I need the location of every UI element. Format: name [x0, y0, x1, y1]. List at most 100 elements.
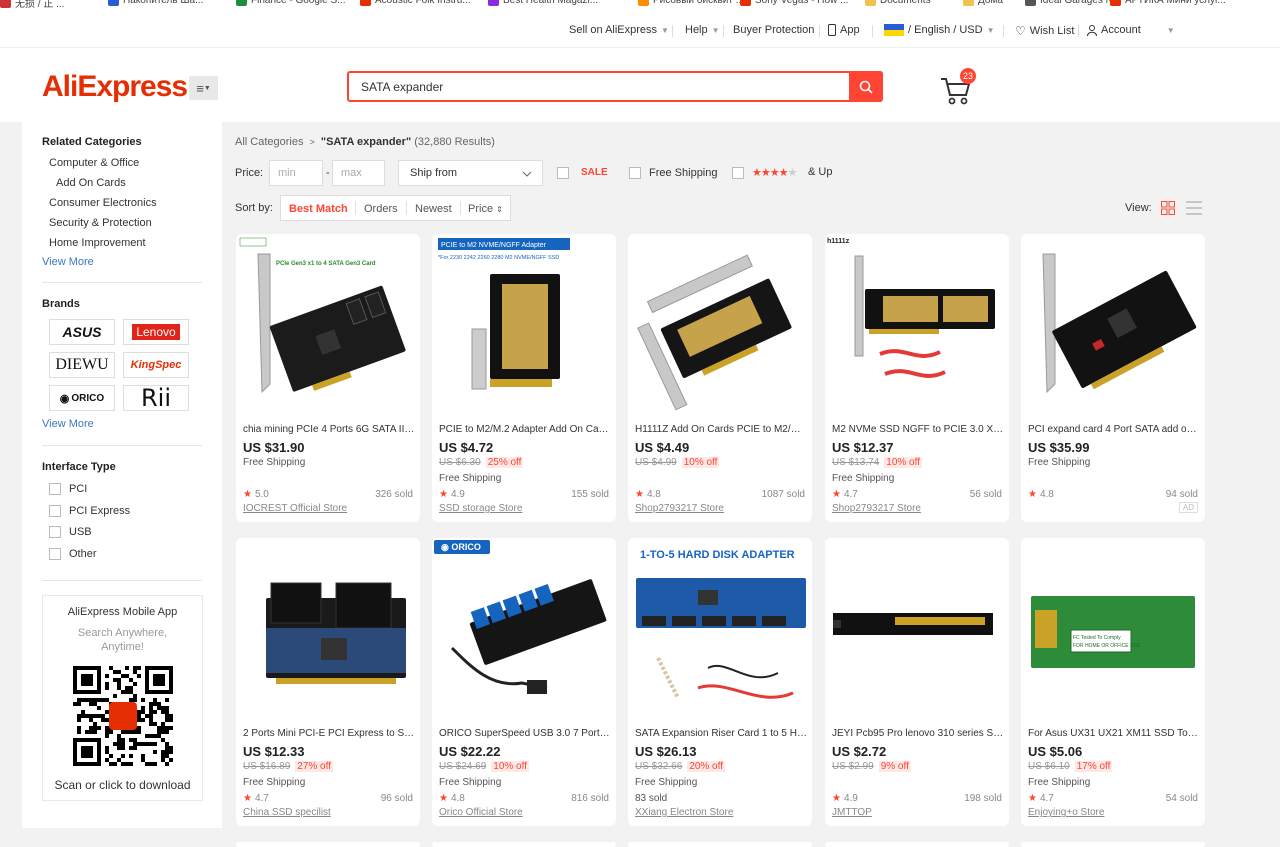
- category-security-protection[interactable]: Security & Protection: [49, 217, 152, 229]
- bookmark-item[interactable]: 无损 / 正 ...: [0, 0, 64, 10]
- product-card[interactable]: FC Tested To Comply FOR HOME OR OFFICE US…: [1021, 538, 1205, 826]
- list-view-icon[interactable]: [1186, 201, 1202, 215]
- brand-lenovo[interactable]: Lenovo: [123, 319, 189, 345]
- product-image[interactable]: [628, 234, 812, 416]
- product-image[interactable]: PCIe Gen3 x1 to 4 SATA Gen3 Card: [236, 234, 420, 416]
- product-title[interactable]: SATA Expansion Riser Card 1 to 5 Hard Di…: [635, 728, 807, 739]
- category-consumer-electronics[interactable]: Consumer Electronics: [49, 197, 157, 209]
- product-card[interactable]: JEYI Pcb95 Pro lenovo 310 series SSD Ada…: [825, 538, 1009, 826]
- sort-orders[interactable]: Orders: [364, 203, 398, 215]
- checkbox-box[interactable]: [49, 483, 61, 495]
- product-card[interactable]: [236, 842, 420, 847]
- checkbox-box[interactable]: [49, 505, 61, 517]
- product-image[interactable]: FC Tested To Comply FOR HOME OR OFFICE US…: [1021, 538, 1205, 720]
- product-title[interactable]: PCIE to M2/M.2 Adapter Add On Cards: [439, 424, 611, 435]
- buyer-protection-link[interactable]: Buyer Protection: [733, 24, 814, 36]
- bookmark-item[interactable]: Ideal Garages NS: [1025, 0, 1120, 6]
- bookmark-item[interactable]: Дома: [963, 0, 1003, 6]
- grid-view-icon[interactable]: [1161, 201, 1175, 215]
- help-menu[interactable]: Help ▼: [685, 24, 720, 36]
- product-card[interactable]: PCIE to M2 NVME/NGFF Adapter *For 2230 22…: [432, 234, 616, 522]
- bookmark-item[interactable]: Рисовый бисквит ...: [638, 0, 744, 6]
- ship-from-select[interactable]: Ship from: [398, 160, 543, 186]
- product-image[interactable]: ◉ ORICO: [432, 538, 616, 720]
- mobile-app-promo[interactable]: AliExpress Mobile App Search Anywhere, A…: [42, 595, 203, 801]
- product-card[interactable]: [628, 842, 812, 847]
- interface-usb-checkbox[interactable]: USB: [49, 526, 92, 538]
- brand-orico[interactable]: ◉ ORICO: [49, 385, 115, 411]
- product-title[interactable]: 2 Ports Mini PCI-E PCI Express to SATA 3…: [243, 728, 415, 739]
- product-card[interactable]: [825, 842, 1009, 847]
- product-image[interactable]: [825, 538, 1009, 720]
- category-computer-office[interactable]: Computer & Office: [49, 157, 139, 169]
- product-title[interactable]: chia mining PCIe 4 Ports 6G SATA III PCI…: [243, 424, 415, 435]
- app-download-link[interactable]: Scan or click to download: [43, 778, 202, 792]
- brand-asus[interactable]: ASUS: [49, 319, 115, 345]
- product-card[interactable]: H1111Z Add On Cards PCIE to M2/M.2 Adapt…: [628, 234, 812, 522]
- search-button[interactable]: [849, 71, 883, 102]
- bookmark-item[interactable]: Накопитель Ша...: [108, 0, 203, 6]
- account-menu[interactable]: Account ▼: [1087, 24, 1175, 36]
- store-link[interactable]: XXiang Electron Store: [635, 807, 733, 818]
- checkbox-box[interactable]: [49, 526, 61, 538]
- product-image[interactable]: 1-TO-5 HARD DISK ADAPTER: [628, 538, 812, 720]
- app-link[interactable]: App: [828, 24, 860, 36]
- store-link[interactable]: JMTTOP: [832, 807, 872, 818]
- product-card[interactable]: ◉ ORICOORICOORICO SuperSpeed USB 3.0 7 P…: [432, 538, 616, 826]
- sort-price[interactable]: Price ⇕: [468, 203, 503, 215]
- product-card[interactable]: h1111zh1111zM2 NVMe SSD NGFF to PCIE 3.0…: [825, 234, 1009, 522]
- price-max-input[interactable]: max: [332, 160, 385, 186]
- product-card[interactable]: 1-TO-5 HARD DISK ADAPTER1-TO-5 HARD DISK…: [628, 538, 812, 826]
- product-card[interactable]: [432, 842, 616, 847]
- store-link[interactable]: Shop2793217 Store: [635, 503, 724, 514]
- brand-diewu[interactable]: DIEWU: [49, 352, 115, 378]
- bookmark-item[interactable]: Finance - Google S...: [236, 0, 346, 6]
- store-link[interactable]: IOCREST Official Store: [243, 503, 347, 514]
- product-image[interactable]: PCIE to M2 NVME/NGFF Adapter *For 2230 22…: [432, 234, 616, 416]
- bookmark-item[interactable]: Best Health Magazi...: [488, 0, 598, 6]
- price-min-input[interactable]: min: [269, 160, 323, 186]
- category-add-on-cards[interactable]: Add On Cards: [56, 177, 126, 189]
- wishlist-link[interactable]: ♡ Wish List: [1015, 24, 1074, 38]
- store-link[interactable]: Orico Official Store: [439, 807, 523, 818]
- store-link[interactable]: Enjoying+o Store: [1028, 807, 1104, 818]
- interface-other-checkbox[interactable]: Other: [49, 548, 97, 560]
- aliexpress-logo[interactable]: AliExpress: [42, 70, 188, 104]
- bookmark-item[interactable]: Sony Vegas - How ...: [740, 0, 848, 6]
- product-image[interactable]: [236, 538, 420, 720]
- language-currency-selector[interactable]: / English / USD ▼: [884, 24, 995, 36]
- store-link[interactable]: China SSD specilist: [243, 807, 331, 818]
- cart-button[interactable]: 23: [940, 68, 980, 106]
- product-card[interactable]: [1021, 842, 1205, 847]
- sale-checkbox[interactable]: [557, 167, 569, 179]
- product-image[interactable]: h1111z: [825, 234, 1009, 416]
- brand-rii[interactable]: Rii: [123, 384, 189, 412]
- bookmark-item[interactable]: АРТИКА Мини услуг...: [1110, 0, 1226, 6]
- product-title[interactable]: ORICO SuperSpeed USB 3.0 7 Port PCI Expr…: [439, 728, 611, 739]
- store-link[interactable]: Shop2793217 Store: [832, 503, 921, 514]
- checkbox-box[interactable]: [49, 548, 61, 560]
- category-menu-button[interactable]: ≡ ▼: [189, 76, 218, 100]
- product-card[interactable]: PCIe Gen3 x1 to 4 SATA Gen3 CardPCIe Gen…: [236, 234, 420, 522]
- sell-on-aliexpress-link[interactable]: Sell on AliExpress ▼: [569, 24, 669, 36]
- product-card[interactable]: PCI expand card 4 Port SATA add on card U…: [1021, 234, 1205, 522]
- category-home-improvement[interactable]: Home Improvement: [49, 237, 146, 249]
- bookmark-item[interactable]: Acoustic Folk Instru...: [360, 0, 471, 6]
- search-input[interactable]: [361, 78, 841, 96]
- view-more-categories-link[interactable]: View More: [42, 256, 94, 268]
- breadcrumb-all-categories[interactable]: All Categories: [235, 136, 303, 148]
- interface-pci-express-checkbox[interactable]: PCI Express: [49, 505, 130, 517]
- interface-pci-checkbox[interactable]: PCI: [49, 483, 87, 495]
- brand-kingspec[interactable]: KingSpec: [123, 352, 189, 378]
- product-card[interactable]: 2 Ports Mini PCI-E PCI Express to SATA 3…: [236, 538, 420, 826]
- product-title[interactable]: M2 NVMe SSD NGFF to PCIE 3.0 X16 Adapter: [832, 424, 1004, 435]
- product-title[interactable]: PCI expand card 4 Port SATA add on card: [1028, 424, 1200, 435]
- free-shipping-checkbox[interactable]: [629, 167, 641, 179]
- bookmark-item[interactable]: Documents: [865, 0, 931, 6]
- star-rating-checkbox[interactable]: [732, 167, 744, 179]
- product-title[interactable]: For Asus UX31 UX21 XM11 SSD To SATA Adap…: [1028, 728, 1200, 739]
- product-title[interactable]: JEYI Pcb95 Pro lenovo 310 series SSD Ada…: [832, 728, 1004, 739]
- store-link[interactable]: SSD storage Store: [439, 503, 522, 514]
- product-image[interactable]: [1021, 234, 1205, 416]
- sort-best-match[interactable]: Best Match: [289, 203, 348, 215]
